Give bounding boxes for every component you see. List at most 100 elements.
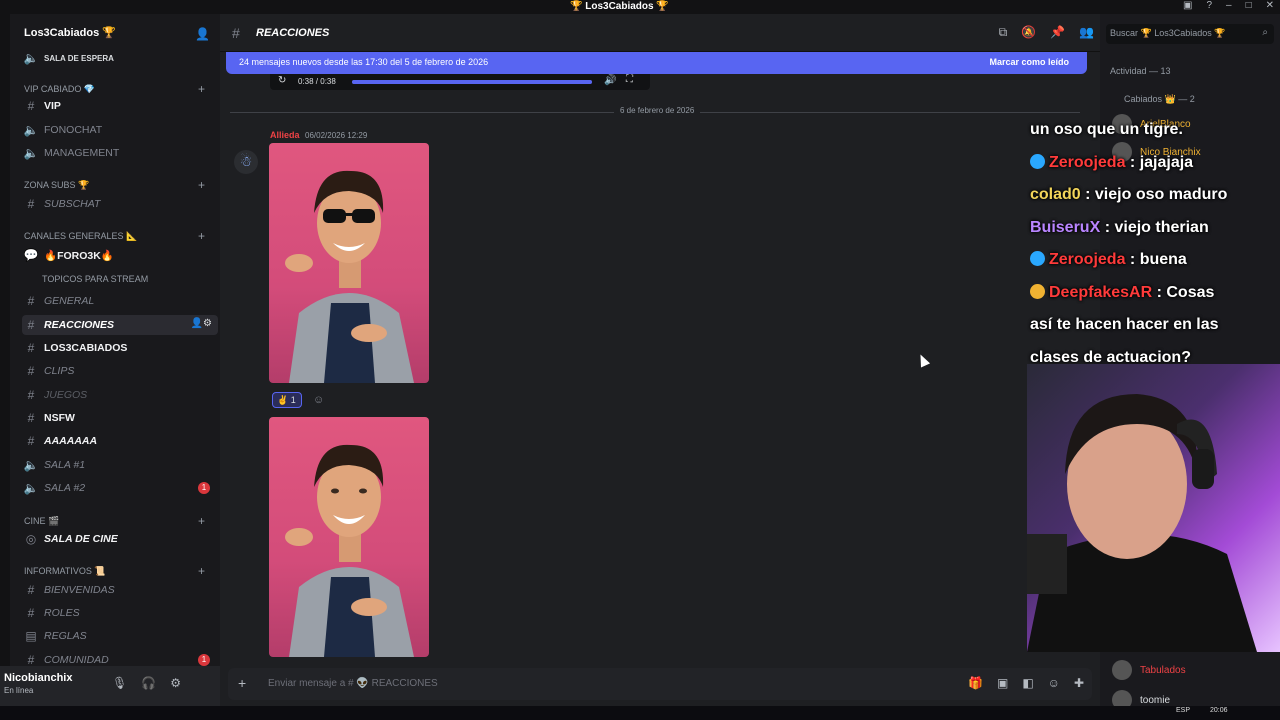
- inbox-icon[interactable]: ▣: [1183, 0, 1192, 11]
- add-channel-icon[interactable]: +: [198, 564, 205, 578]
- channel-juegos[interactable]: # JUEGOS: [22, 385, 218, 405]
- channel-bienvenidas[interactable]: # BIENVENIDAS: [22, 580, 218, 600]
- channel-clips[interactable]: # CLIPS: [22, 361, 218, 381]
- search-input[interactable]: Buscar 🏆 Los3Cabiados 🏆 ⌕: [1106, 24, 1274, 44]
- forum-topics[interactable]: TOPICOS PARA STREAM: [42, 274, 148, 284]
- category-cine[interactable]: CINE 🎬 +: [24, 514, 205, 528]
- member-group-title: Cabiados 👑 — 2: [1124, 94, 1195, 104]
- replay-icon[interactable]: ↻: [278, 75, 286, 86]
- hash-icon: #: [232, 25, 240, 41]
- hash-icon: #: [27, 583, 35, 597]
- audio-player[interactable]: ↻ 0:38 / 0:38 🔊 ⛶: [270, 74, 650, 90]
- channel-sidebar: Los3Cabiados 🏆 👤 🔈 SALA DE ESPERA VIP CAB…: [10, 14, 220, 666]
- channel-fonochat[interactable]: 🔈 FONOCHAT: [22, 120, 218, 140]
- channel-comunidad[interactable]: # COMUNIDAD 1: [22, 650, 218, 666]
- gift-icon[interactable]: 🎁: [968, 676, 983, 690]
- date-divider-text: 6 de febrero de 2026: [614, 106, 701, 115]
- attachment-image[interactable]: [269, 143, 429, 383]
- gif-icon[interactable]: ▣: [997, 676, 1008, 690]
- add-channel-icon[interactable]: +: [198, 82, 205, 96]
- speaker-icon: 🔈: [23, 51, 39, 65]
- channel-general[interactable]: # GENERAL: [22, 291, 218, 311]
- channel-sala2[interactable]: 🔈 SALA #2 1: [22, 478, 218, 498]
- attachment-image[interactable]: [269, 417, 429, 657]
- help-icon[interactable]: ?: [1206, 0, 1212, 11]
- microphone-icon[interactable]: 🎙: [112, 676, 127, 690]
- chat-line: un oso que un tigre.: [1030, 121, 1183, 138]
- notifications-icon[interactable]: 🔕: [1021, 25, 1036, 40]
- maximize-button[interactable]: □: [1246, 0, 1252, 11]
- hash-icon: #: [27, 294, 35, 308]
- channel-title: REACCIONES: [256, 27, 330, 39]
- channel-reacciones[interactable]: # REACCIONES 👤⚙: [22, 315, 218, 335]
- hash-icon: #: [27, 197, 35, 211]
- category-vip[interactable]: VIP CABIADO 💎 +: [24, 82, 205, 96]
- emoji-icon[interactable]: ☺: [1048, 676, 1060, 690]
- window-titlebar: 🏆 Los3Cabiados 🏆 ▣ ? – □ ✕: [0, 0, 1280, 14]
- add-reaction-icon[interactable]: ☺: [313, 394, 324, 406]
- chat-area: # REACCIONES ⧉ 🔕 📌 👥 24 mensajes nuevos …: [220, 14, 1100, 706]
- channel-foro[interactable]: 💬 🔥FORO3K🔥: [22, 245, 218, 265]
- channel-sala-cine[interactable]: ◎ SALA DE CINE: [22, 529, 218, 549]
- audio-progress-bar[interactable]: [352, 80, 592, 84]
- add-member-icon[interactable]: 👤: [195, 27, 210, 41]
- new-messages-banner[interactable]: 24 mensajes nuevos desde las 17:30 del 5…: [226, 52, 1087, 74]
- close-button[interactable]: ✕: [1266, 0, 1274, 11]
- message-author[interactable]: Allieda: [270, 130, 300, 140]
- new-messages-text: 24 mensajes nuevos desde las 17:30 del 5…: [239, 57, 489, 67]
- channel-nsfw[interactable]: # NSFW: [22, 408, 218, 428]
- sticker-icon[interactable]: ◧: [1022, 676, 1033, 690]
- pin-icon[interactable]: 📌: [1050, 25, 1065, 40]
- hash-icon: #: [27, 434, 35, 448]
- mark-as-read-button[interactable]: Marcar como leído: [989, 57, 1069, 67]
- message-composer[interactable]: + Enviar mensaje a # 👽 REACCIONES 🎁 ▣ ◧ …: [228, 668, 1092, 700]
- reaction-chip[interactable]: ✌ 1: [272, 392, 302, 408]
- channel-reglas[interactable]: ▤ REGLAS: [22, 626, 218, 646]
- reaction-emoji-icon: ✌: [277, 395, 289, 405]
- headphones-icon[interactable]: 🎧: [141, 676, 156, 690]
- clock: 20:06: [1210, 707, 1228, 714]
- audio-time: 0:38 / 0:38: [298, 77, 336, 86]
- message-input[interactable]: Enviar mensaje a # 👽 REACCIONES: [268, 678, 438, 689]
- chat-line: así te hacen hacer en las: [1030, 316, 1219, 333]
- channel-los3cabiados[interactable]: # LOS3CABIADOS: [22, 338, 218, 358]
- mention-badge: 1: [198, 482, 210, 494]
- channel-vip[interactable]: # VIP: [22, 96, 218, 116]
- threads-icon[interactable]: ⧉: [999, 25, 1008, 40]
- channel-sala1[interactable]: 🔈 SALA #1: [22, 455, 218, 475]
- channel-aaaaaa[interactable]: # AAAAAAA: [22, 431, 218, 451]
- category-informativos[interactable]: INFORMATIVOS 📜 +: [24, 564, 205, 578]
- username: Nicobianchix: [4, 672, 73, 684]
- fullscreen-icon[interactable]: ⛶: [626, 74, 633, 85]
- chat-line: colad0 : viejo oso maduro: [1030, 186, 1228, 203]
- mention-badge: 1: [198, 654, 210, 666]
- volume-icon[interactable]: 🔊: [604, 75, 616, 86]
- channel-roles[interactable]: # ROLES: [22, 603, 218, 623]
- minimize-button[interactable]: –: [1226, 0, 1232, 11]
- channel-subschat[interactable]: # SUBSCHAT: [22, 194, 218, 214]
- audio-progress-fill: [352, 80, 592, 84]
- avatar[interactable]: ☃: [234, 150, 258, 174]
- upload-icon[interactable]: +: [238, 675, 246, 691]
- server-list: [0, 14, 10, 706]
- category-subs[interactable]: ZONA SUBS 🏆 +: [24, 178, 205, 192]
- badge-icon: [1030, 283, 1045, 299]
- add-channel-icon[interactable]: +: [198, 514, 205, 528]
- channel-sala-espera[interactable]: 🔈 SALA DE ESPERA: [22, 48, 218, 68]
- channel-management[interactable]: 🔈 MANAGEMENT: [22, 143, 218, 163]
- speaker-icon: 🔈: [23, 481, 39, 495]
- channel-settings-icon[interactable]: 👤⚙: [191, 318, 212, 329]
- chat-line: DeepfakesAR : Cosas: [1030, 277, 1280, 310]
- members-icon[interactable]: 👥: [1079, 25, 1094, 40]
- speaker-icon: 🔈: [23, 146, 39, 160]
- apps-icon[interactable]: ✚: [1074, 676, 1084, 690]
- category-general[interactable]: CANALES GENERALES 📐 +: [24, 229, 205, 243]
- man-smiling-illustration: [285, 444, 414, 657]
- member-item[interactable]: Tabulados: [1112, 660, 1272, 684]
- hash-icon: #: [27, 364, 35, 378]
- settings-icon[interactable]: ⚙: [170, 676, 181, 690]
- hash-icon: #: [27, 411, 35, 425]
- add-channel-icon[interactable]: +: [198, 178, 205, 192]
- add-channel-icon[interactable]: +: [198, 229, 205, 243]
- badge-icon: [1030, 153, 1045, 169]
